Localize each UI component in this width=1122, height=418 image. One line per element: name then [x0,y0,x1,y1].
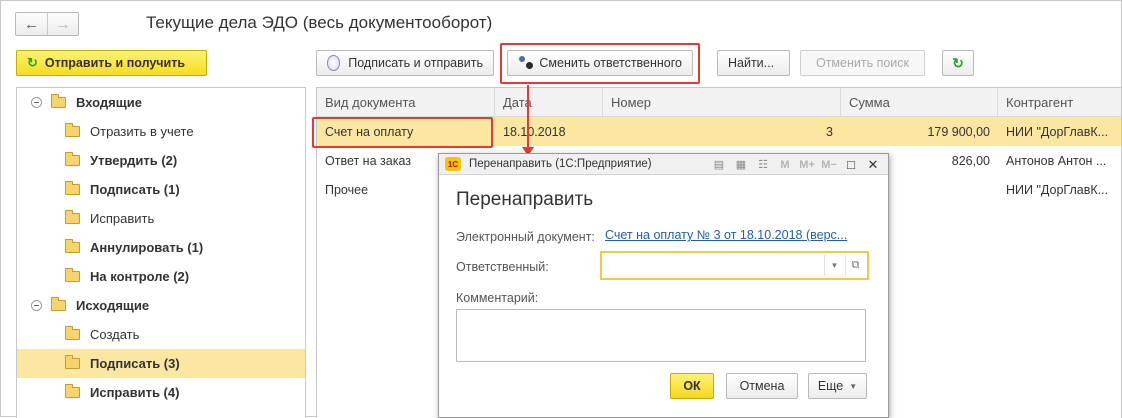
comment-label: Комментарий: [456,291,539,305]
cancel-search-button[interactable]: Отменить поиск [800,50,925,76]
column-header[interactable]: Номер [603,88,841,117]
send-receive-label: Отправить и получить [44,56,186,70]
electronic-document-link[interactable]: Счет на оплату № 3 от 18.10.2018 (верс..… [605,228,847,242]
tree-group-label: Исходящие [76,298,150,313]
cell-type: Счет на оплату [325,124,414,139]
dialog-heading: Перенаправить [456,189,594,210]
open-form-icon[interactable]: ⧉ [845,255,865,276]
navigation-group: ← → [15,12,79,36]
document-icon[interactable]: ▤ [708,154,730,175]
folder-icon [65,210,80,224]
page-title: Текущие дела ЭДО (весь документооборот) [146,13,493,32]
find-button[interactable]: Найти... [717,50,790,76]
find-label: Найти... [728,56,775,70]
column-header[interactable]: Контрагент [998,88,1121,117]
folder-icon [51,94,66,108]
cell-number: 3 [826,124,833,139]
tree-item[interactable]: Аннулировать (1) [17,233,305,262]
tree-item-label: Исправить [90,211,155,226]
folder-icon [65,384,80,398]
tree-item-selected[interactable]: Подписать (3) [17,349,305,378]
calendar-icon[interactable]: ☷ [752,154,774,175]
sign-and-send-button[interactable]: Подписать и отправить [316,50,494,76]
app-logo-icon: 1С [445,157,461,171]
folder-icon [65,268,80,282]
change-responsible-button[interactable]: Сменить ответственного [507,50,693,76]
refresh-button[interactable]: ↻ [942,50,974,76]
cell-counterparty: Антонов Антон ... [1006,153,1107,168]
back-arrow-icon[interactable]: ← [16,13,47,35]
dropdown-arrow-icon[interactable]: ▼ [824,255,844,276]
tree-item-label: Подписать (1) [90,182,180,197]
send-receive-button[interactable]: ↻ Отправить и получить [16,50,207,76]
table-icon[interactable]: ▦ [730,154,752,175]
tree-item[interactable]: На контроле (2) [17,262,305,291]
tree-item[interactable]: Исправить [17,204,305,233]
ok-button[interactable]: ОК [670,373,714,399]
m-icon[interactable]: M [774,154,796,175]
tree-item[interactable]: Создать [17,320,305,349]
more-button[interactable]: Еще ▼ [808,373,867,399]
tree-item-label: На контроле (2) [90,269,190,284]
tree-item-label: Отразить в учете [90,124,194,139]
sign-and-send-label: Подписать и отправить [348,56,483,70]
cell-sum: 179 900,00 [927,124,990,139]
more-label: Еще [817,379,844,393]
tree-item-label: Исправить (4) [90,385,180,400]
maximize-icon[interactable]: □ [840,154,862,175]
tree-item[interactable]: Отразить в учете [17,117,305,146]
m-plus-icon[interactable]: M+ [796,154,818,175]
callout-arrow [527,85,529,151]
table-header: Вид документа Дата Номер Сумма Контраген… [317,88,1121,117]
folder-icon [65,123,80,137]
refresh-icon: ↻ [27,55,38,70]
table-row-selected[interactable]: Счет на оплату 18.10.2018 3 179 900,00 Н… [317,117,1121,146]
tree-item-label: Создать [90,327,140,342]
folder-icon [65,152,80,166]
cell-date: 18.10.2018 [503,124,566,139]
main-window: ← → Текущие дела ЭДО (весь документообор… [0,0,1122,418]
m-minus-icon[interactable]: M− [818,154,840,175]
dialog-window-title: Перенаправить (1С:Предприятие) [469,158,652,170]
tree-item[interactable]: Подписать (1) [17,175,305,204]
tree-item-label: Подписать (3) [90,356,180,371]
responsible-field[interactable]: ▼ ⧉ [600,251,869,280]
cancel-search-label: Отменить поиск [815,56,909,70]
users-icon [518,55,534,71]
comment-field[interactable] [456,309,866,362]
sign-icon [327,55,341,71]
dialog-titlebar-tools: ▤ ▦ ☷ M M+ M− □ ✕ [708,154,884,175]
folder-icon [65,355,80,369]
cell-counterparty: НИИ "ДорГлавК... [1006,182,1109,197]
collapse-icon[interactable] [31,97,42,108]
tree-item[interactable]: Исправить (4) [17,378,305,407]
electronic-document-label: Электронный документ: [456,230,595,244]
tree-item-label: Утвердить (2) [90,153,178,168]
folder-icon [65,326,80,340]
collapse-icon[interactable] [31,300,42,311]
task-tree: Входящие Отразить в учете Утвердить (2) … [16,87,306,418]
folder-icon [65,181,80,195]
tree-group-label: Входящие [76,95,142,110]
folder-icon [65,239,80,253]
responsible-label: Ответственный: [456,260,549,274]
change-responsible-label: Сменить ответственного [539,56,682,70]
close-icon[interactable]: ✕ [862,154,884,175]
column-header[interactable]: Сумма [841,88,998,117]
tree-group-incoming[interactable]: Входящие [17,88,305,117]
cancel-button[interactable]: Отмена [726,373,798,399]
forward-arrow-icon[interactable]: → [47,13,78,35]
column-header[interactable]: Дата [495,88,603,117]
dialog-titlebar[interactable]: 1С Перенаправить (1С:Предприятие) ▤ ▦ ☷ … [439,154,888,175]
column-header[interactable]: Вид документа [317,88,495,117]
tree-group-outgoing[interactable]: Исходящие [17,291,305,320]
redirect-dialog: 1С Перенаправить (1С:Предприятие) ▤ ▦ ☷ … [438,153,889,418]
folder-icon [51,297,66,311]
tree-item[interactable]: Утвердить (2) [17,146,305,175]
tree-item-label: Аннулировать (1) [90,240,204,255]
chevron-down-icon: ▼ [849,381,858,391]
cell-counterparty: НИИ "ДорГлавК... [1006,124,1109,139]
refresh-icon: ↻ [952,54,964,71]
